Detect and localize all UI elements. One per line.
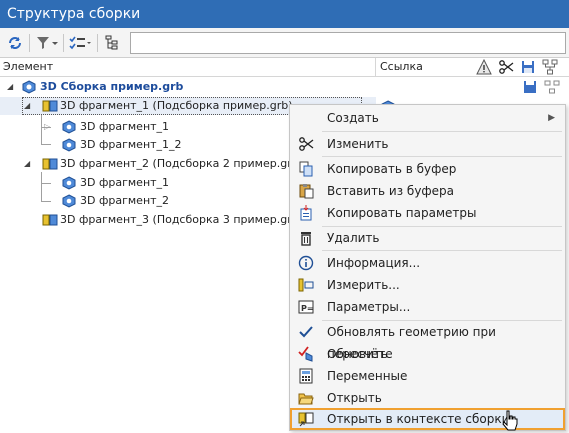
save-icon <box>524 81 536 93</box>
toolbar <box>0 28 569 58</box>
menu-item-paste[interactable]: Вставить из буфера <box>290 180 565 202</box>
toolbar-separator <box>97 34 98 52</box>
context-menu: Создать ▶ Изменить Копировать в буфер Вс… <box>289 104 566 431</box>
menu-separator <box>322 250 562 251</box>
expand-arrow-icon[interactable]: ▷ <box>44 118 50 136</box>
copy-icon <box>299 161 313 177</box>
checkmark-icon <box>299 326 313 338</box>
assembly-icon <box>22 80 36 94</box>
menu-item-label: Измерить... <box>327 278 400 292</box>
filter-button[interactable] <box>33 32 61 54</box>
part-icon <box>62 138 76 152</box>
collapse-arrow-icon[interactable]: ◢ <box>24 155 30 173</box>
open-in-context-icon <box>298 412 314 427</box>
menu-item-label: Открыть в контексте сборки <box>327 412 510 426</box>
search-input[interactable] <box>130 32 566 54</box>
menu-item-label: Параметры... <box>327 300 411 314</box>
scissors-icon <box>299 137 314 151</box>
tree-item-label: 3D фрагмент_3 (Подсборка 3 пример.grb) <box>60 213 303 226</box>
tree-item-label: 3D фрагмент_2 <box>80 194 170 207</box>
menu-separator <box>322 131 562 132</box>
menu-item-copy[interactable]: Копировать в буфер <box>290 158 565 180</box>
paste-icon <box>299 184 314 199</box>
menu-item-edit[interactable]: Изменить <box>290 133 565 155</box>
toolbar-separator <box>63 34 64 52</box>
menu-item-label: Удалить <box>327 231 380 245</box>
toolbar-separator <box>29 34 30 52</box>
menu-item-info[interactable]: Информация... <box>290 252 565 274</box>
menu-item-label: Информация... <box>327 256 421 270</box>
column-divider[interactable] <box>375 58 376 77</box>
menu-item-label: Изменить <box>327 137 389 151</box>
menu-item-label: Открыть <box>327 391 382 405</box>
menu-item-label: Вставить из буфера <box>327 184 455 198</box>
menu-item-label: Копировать параметры <box>327 206 477 220</box>
tree-structure-icon <box>105 35 118 50</box>
copy-params-icon <box>300 205 312 221</box>
menu-item-copy-params[interactable]: Копировать параметры <box>290 202 565 224</box>
submenu-arrow-icon: ▶ <box>548 113 555 123</box>
parameters-icon: P= <box>298 300 314 314</box>
menu-item-label: Копировать в буфер <box>327 162 457 176</box>
folder-open-icon <box>298 393 314 405</box>
menu-separator <box>322 156 562 157</box>
checklist-button[interactable] <box>67 32 95 54</box>
save-icon[interactable] <box>520 59 536 75</box>
tree-item-label: 3D фрагмент_1 <box>80 176 170 189</box>
tree-item-root[interactable]: ◢ 3D Сборка пример.grb <box>0 78 376 96</box>
trash-icon <box>301 232 311 246</box>
update-icon <box>298 346 313 362</box>
column-link-header[interactable]: Ссылка <box>380 60 423 73</box>
menu-item-open[interactable]: Открыть <box>290 387 565 409</box>
menu-item-delete[interactable]: Удалить <box>290 227 565 249</box>
menu-item-label: Обновить <box>327 347 388 361</box>
refresh-icon <box>9 37 21 49</box>
menu-item-update[interactable]: Обновить <box>290 343 565 365</box>
info-icon <box>298 255 314 271</box>
column-element-header[interactable]: Элемент <box>3 60 53 73</box>
menu-item-label: Переменные <box>327 369 408 383</box>
menu-item-label: Создать <box>327 111 379 125</box>
menu-item-variables[interactable]: Переменные <box>290 365 565 387</box>
menu-item-measure[interactable]: Измерить... <box>290 274 565 296</box>
mouse-cursor-icon <box>502 410 518 431</box>
tree-item-label: 3D фрагмент_1 <box>80 120 170 133</box>
part-icon <box>62 120 76 134</box>
measure-icon <box>298 278 314 292</box>
tree-item-label: 3D фрагмент_1_2 <box>80 138 182 151</box>
tree-item-label: 3D Сборка пример.grb <box>40 80 184 93</box>
fragment-icon <box>42 214 58 226</box>
part-icon <box>62 194 76 208</box>
network-icon[interactable] <box>542 59 558 75</box>
svg-text:P=: P= <box>301 304 314 313</box>
menu-item-open-in-context[interactable]: Открыть в контексте сборки <box>290 408 565 430</box>
warning-icon[interactable] <box>476 59 492 75</box>
menu-item-create[interactable]: Создать ▶ <box>290 107 565 129</box>
column-header: Элемент Ссылка <box>0 58 569 77</box>
filter-icon <box>37 37 58 49</box>
checklist-icon <box>69 36 91 50</box>
network-icon <box>544 80 560 94</box>
collapse-arrow-icon[interactable]: ◢ <box>7 78 13 96</box>
menu-item-parameters[interactable]: P= Параметры... <box>290 296 565 318</box>
part-icon <box>62 176 76 190</box>
menu-item-update-geometry[interactable]: Обновлять геометрию при пересчёте <box>290 321 565 361</box>
tree-structure-button[interactable] <box>101 32 123 54</box>
refresh-button[interactable] <box>4 32 26 54</box>
window-title: Структура сборки <box>0 0 569 28</box>
fragment-icon <box>42 158 58 170</box>
scissors-icon[interactable] <box>498 59 514 75</box>
variables-icon <box>299 368 313 384</box>
tree-item-label: 3D фрагмент_2 (Подсборка 2 пример.grb) <box>60 157 303 170</box>
